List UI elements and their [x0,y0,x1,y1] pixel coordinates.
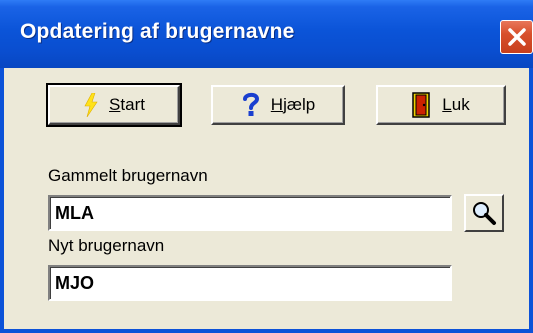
new-username-label: Nyt brugernavn [48,236,165,255]
exit-door-icon [412,92,432,118]
window-title: Opdatering af brugernavne [20,20,295,43]
dialog-window: Opdatering af brugernavne Start Hjælp Lu… [0,0,533,333]
start-button[interactable]: Start [46,83,182,127]
lookup-button[interactable] [464,194,504,232]
old-username-label: Gammelt brugernavn [48,166,208,185]
new-username-input[interactable] [48,265,452,301]
close-button[interactable]: Luk [376,85,506,125]
help-button[interactable]: Hjælp [211,85,345,125]
close-icon [507,28,526,46]
title-bar[interactable]: Opdatering af brugernavne [0,0,533,68]
question-mark-icon [241,92,261,118]
window-close-button[interactable] [500,20,533,54]
close-button-label: Luk [442,95,470,114]
magnifier-icon [473,202,496,225]
start-button-label: Start [109,95,145,114]
help-button-label: Hjælp [270,95,316,114]
lightning-icon [83,93,99,117]
old-username-input[interactable] [48,195,452,231]
